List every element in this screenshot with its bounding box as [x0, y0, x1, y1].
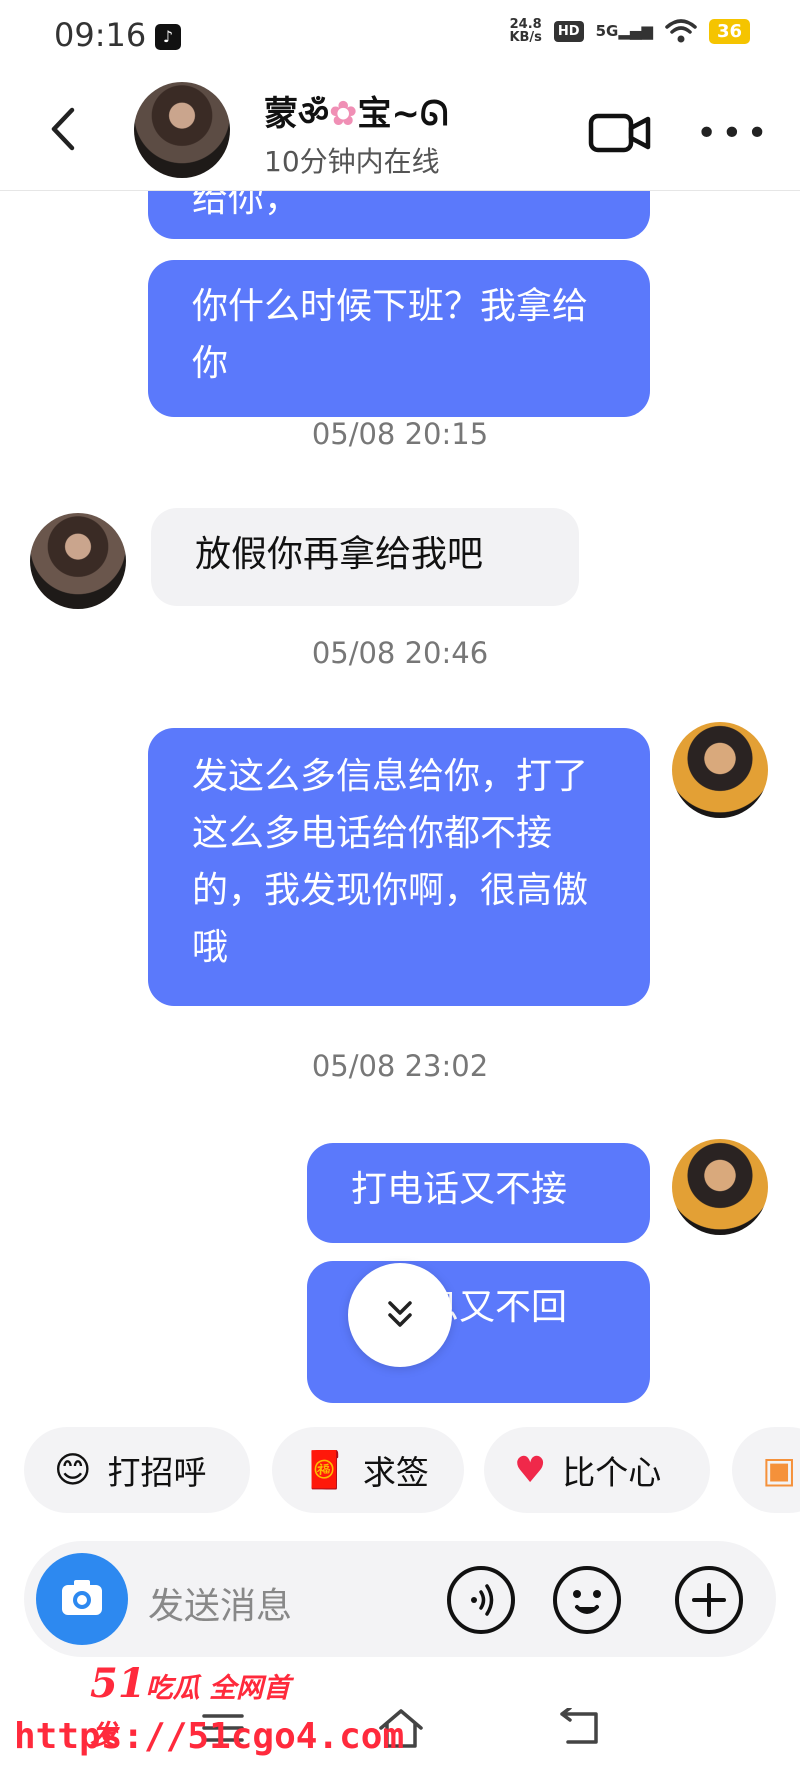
status-bar: 09:16 ♪ 24.8 KB/s HD 5G▂▄▆ 36	[0, 0, 800, 72]
back-arrow-icon[interactable]	[44, 104, 84, 154]
message-bubble-outgoing[interactable]: 发这么多信息给你，打了这么多电话给你都不接的，我发现你啊，很高傲哦	[148, 728, 650, 1006]
message-input-bar: 发送消息	[24, 1541, 776, 1657]
chip-group[interactable]: ▣	[732, 1427, 800, 1513]
camera-icon	[62, 1580, 102, 1615]
message-list[interactable]: 给你， 你什么时候下班？我拿给你 05/08 20:15 放假你再拿给我吧 05…	[0, 191, 800, 1403]
network-speed: 24.8 KB/s	[509, 17, 542, 45]
status-time: 09:16	[54, 16, 147, 54]
signal-icon: 5G▂▄▆	[595, 22, 653, 40]
status-indicators: 24.8 KB/s HD 5G▂▄▆ 36	[509, 18, 750, 44]
message-timestamp: 05/08 20:15	[311, 417, 489, 451]
chip-fortune[interactable]: 🧧 求签	[272, 1427, 464, 1513]
voice-icon[interactable]	[446, 1565, 516, 1635]
plus-icon[interactable]	[674, 1565, 744, 1635]
ornament-icon: ∼ᘏ	[391, 94, 449, 134]
watermark-url: https://51cgo4.com	[14, 1716, 405, 1757]
chat-header: 蒙ॐ✿宝∼ᘏ 10分钟内在线 •••	[0, 76, 800, 191]
message-timestamp: 05/08 20:46	[311, 636, 489, 670]
presence-status: 10分钟内在线	[264, 145, 440, 178]
tiktok-icon: ♪	[155, 24, 181, 50]
message-timestamp: 05/08 23:02	[311, 1049, 489, 1083]
my-avatar[interactable]	[672, 1139, 768, 1235]
message-bubble-outgoing[interactable]: 给你，	[148, 191, 650, 239]
ornament-icon: ॐ	[298, 94, 330, 134]
message-bubble-outgoing[interactable]: 打电话又不接	[307, 1143, 650, 1243]
video-call-icon[interactable]	[588, 112, 652, 154]
battery-indicator: 36	[708, 18, 750, 44]
smile-emoji-icon: 😊	[54, 1449, 92, 1491]
watermark: 51吃瓜 全网首发 https://51cgo4.com	[4, 1660, 404, 1770]
scroll-to-bottom-button[interactable]	[348, 1263, 452, 1367]
heart-icon: ♥	[514, 1449, 547, 1491]
wifi-icon	[665, 19, 697, 43]
chip-heart[interactable]: ♥ 比个心	[484, 1427, 710, 1513]
message-input[interactable]: 发送消息	[148, 1577, 292, 1629]
group-icon: ▣	[762, 1449, 797, 1491]
my-avatar[interactable]	[672, 722, 768, 818]
message-bubble-outgoing[interactable]: 你什么时候下班？我拿给你	[148, 260, 650, 417]
contact-name[interactable]: 蒙ॐ✿宝∼ᘏ	[264, 86, 448, 135]
emoji-icon[interactable]	[552, 1565, 622, 1635]
more-icon[interactable]: •••	[696, 116, 772, 152]
hd-badge: HD	[553, 20, 584, 42]
fortune-sticks-icon: 🧧	[302, 1450, 347, 1491]
back-nav-icon[interactable]	[556, 1708, 602, 1748]
contact-avatar[interactable]	[30, 513, 126, 609]
quick-actions: 😊 打招呼 🧧 求签 ♥ 比个心 ▣	[24, 1427, 800, 1513]
contact-avatar[interactable]	[134, 82, 230, 178]
message-bubble-incoming[interactable]: 放假你再拿给我吧	[151, 508, 579, 606]
chip-greet[interactable]: 😊 打招呼	[24, 1427, 250, 1513]
flower-icon: ✿	[329, 94, 358, 134]
double-chevron-down-icon	[388, 1301, 412, 1327]
camera-button[interactable]	[36, 1553, 128, 1645]
